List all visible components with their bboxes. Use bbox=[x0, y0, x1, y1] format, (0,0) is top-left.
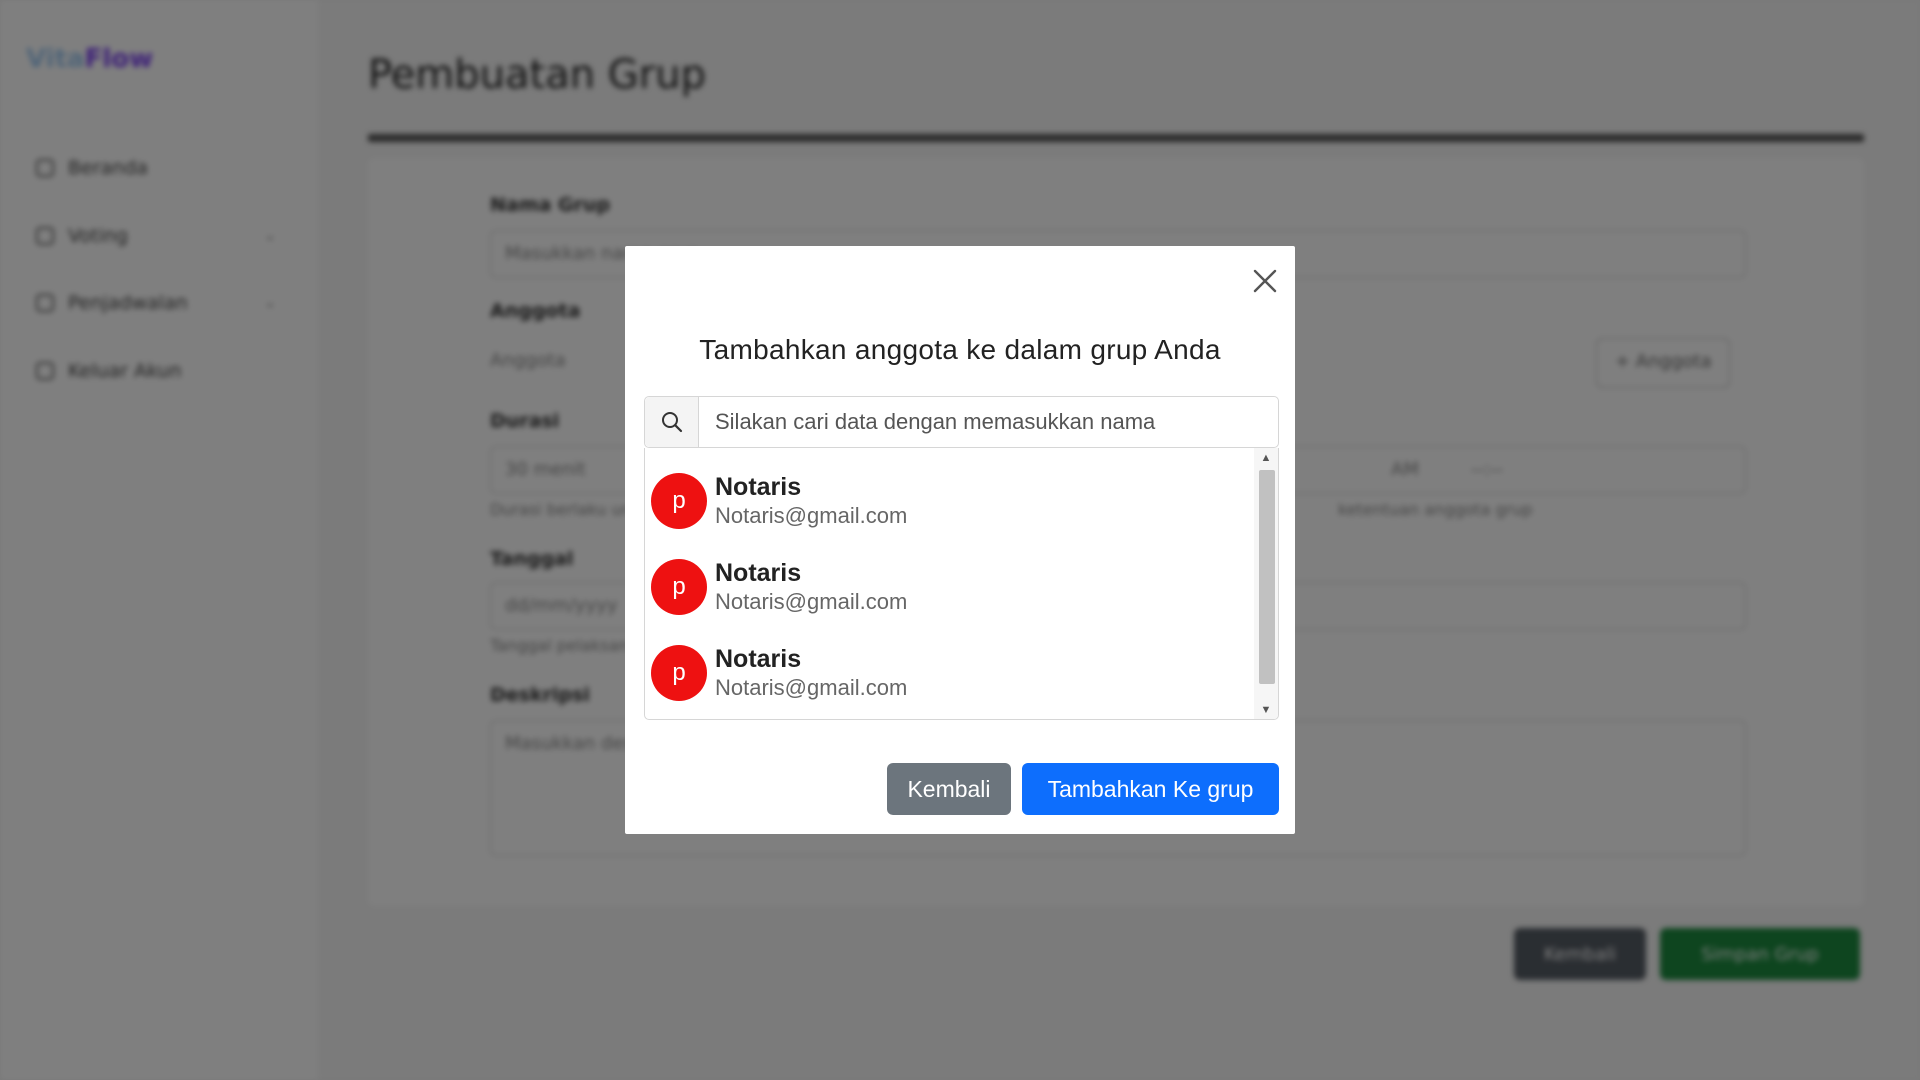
result-text: Notaris Notaris@gmail.com bbox=[715, 473, 907, 529]
avatar: p bbox=[651, 559, 707, 615]
result-email: Notaris@gmail.com bbox=[715, 589, 908, 614]
scroll-thumb[interactable] bbox=[1259, 470, 1275, 684]
result-name: Notaris bbox=[715, 473, 802, 501]
result-name: Notaris bbox=[715, 559, 802, 587]
avatar: p bbox=[651, 645, 707, 701]
results-scrollbar[interactable]: ▲ ▼ bbox=[1254, 448, 1278, 719]
result-email: Notaris@gmail.com bbox=[715, 503, 908, 528]
scroll-up-arrow-icon[interactable]: ▲ bbox=[1254, 448, 1278, 468]
add-member-modal: Tambahkan anggota ke dalam grup Anda p N… bbox=[625, 246, 1295, 834]
list-item[interactable]: p Notaris Notaris@gmail.com bbox=[645, 458, 1255, 544]
results-list: p Notaris Notaris@gmail.com p Notaris No… bbox=[645, 448, 1255, 719]
search-box bbox=[644, 396, 1279, 448]
avatar: p bbox=[651, 473, 707, 529]
list-item[interactable]: p Notaris Notaris@gmail.com bbox=[645, 630, 1255, 716]
add-to-group-button[interactable]: Tambahkan Ke grup bbox=[1022, 763, 1279, 815]
search-icon bbox=[661, 412, 682, 433]
modal-title: Tambahkan anggota ke dalam grup Anda bbox=[699, 334, 1221, 365]
close-icon bbox=[1253, 269, 1277, 293]
result-email: Notaris@gmail.com bbox=[715, 675, 908, 700]
result-text: Notaris Notaris@gmail.com bbox=[715, 645, 907, 701]
search-input[interactable] bbox=[699, 397, 1278, 447]
result-name: Notaris bbox=[715, 645, 802, 673]
back-button[interactable]: Kembali bbox=[887, 763, 1011, 815]
scroll-down-arrow-icon[interactable]: ▼ bbox=[1254, 700, 1278, 719]
result-text: Notaris Notaris@gmail.com bbox=[715, 559, 907, 615]
search-addon bbox=[645, 397, 699, 447]
close-button[interactable] bbox=[1250, 266, 1280, 296]
search-results: p Notaris Notaris@gmail.com p Notaris No… bbox=[644, 448, 1279, 720]
list-item[interactable]: p Notaris Notaris@gmail.com bbox=[645, 544, 1255, 630]
